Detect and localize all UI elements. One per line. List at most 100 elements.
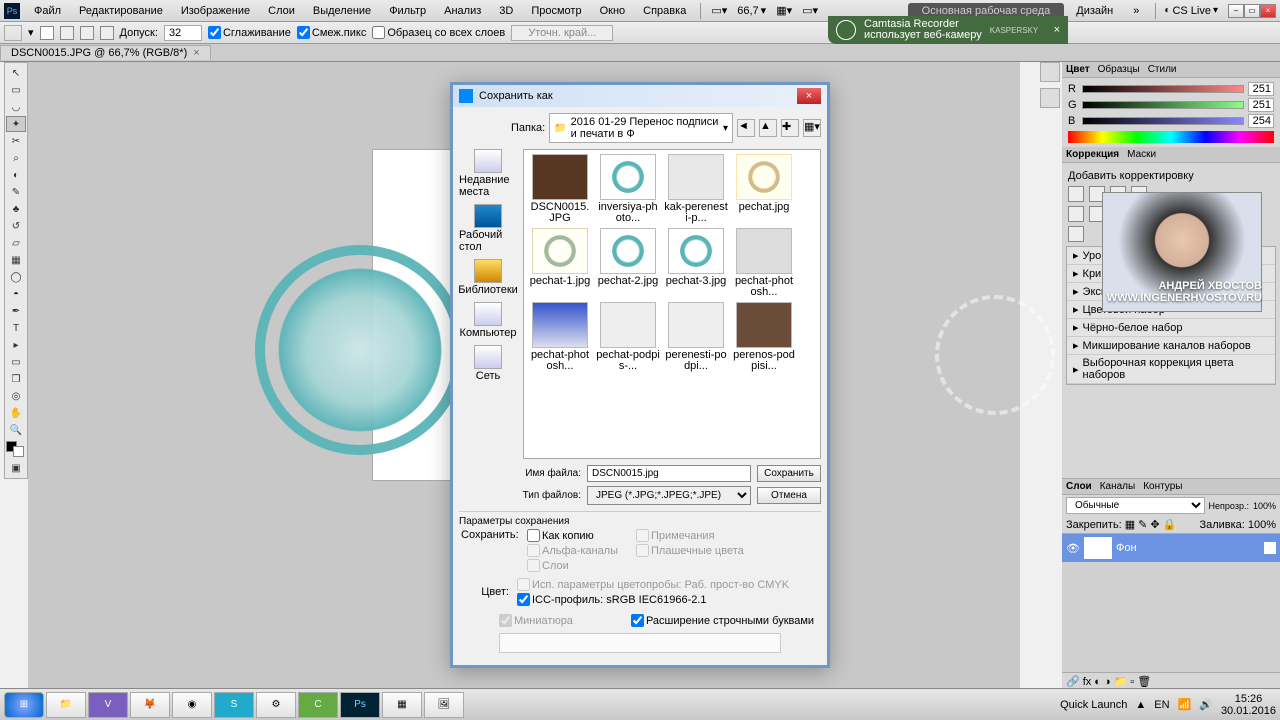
adj-brightness-icon[interactable]	[1068, 186, 1084, 202]
screen-mode-selector[interactable]: ▭▾	[707, 4, 731, 17]
selection-add-icon[interactable]	[60, 26, 74, 40]
opacity-value[interactable]: 100%	[1253, 501, 1276, 511]
folder-icon[interactable]: 📁	[1114, 675, 1128, 688]
fx-icon[interactable]: fx	[1083, 676, 1092, 688]
taskbar-app-icon[interactable]: ⚙	[256, 692, 296, 718]
taskbar-explorer-icon[interactable]: 📁	[46, 692, 86, 718]
menu-file[interactable]: Файл	[26, 3, 69, 19]
3d-tool-icon[interactable]: ❒	[6, 371, 26, 387]
taskbar-app3-icon[interactable]: 🖼	[424, 692, 464, 718]
color-spectrum[interactable]	[1068, 131, 1274, 143]
taskbar-viber-icon[interactable]: V	[88, 692, 128, 718]
refine-edge-button[interactable]: Уточн. край...	[511, 25, 613, 41]
doc-minimize-button[interactable]: –	[1228, 4, 1244, 18]
menu-image[interactable]: Изображение	[173, 3, 258, 19]
workspace-design[interactable]: Дизайн	[1068, 3, 1121, 19]
path-select-tool-icon[interactable]: ▸	[6, 337, 26, 353]
actions-panel-icon[interactable]	[1040, 88, 1060, 108]
tray-clock[interactable]: 15:26 30.01.2016	[1221, 693, 1276, 717]
tab-masks[interactable]: Маски	[1127, 149, 1156, 160]
healing-tool-icon[interactable]: ◐	[6, 167, 26, 183]
b-value[interactable]: 254	[1248, 114, 1274, 128]
r-slider[interactable]	[1082, 85, 1244, 93]
gradient-tool-icon[interactable]: ▦	[6, 252, 26, 268]
menu-select[interactable]: Выделение	[305, 3, 379, 19]
tolerance-input[interactable]	[164, 25, 202, 41]
place-libraries[interactable]: Библиотеки	[458, 259, 518, 296]
folder-path[interactable]: 📁 2016 01-29 Перенос подписи и печати в …	[549, 113, 733, 143]
lock-move-icon[interactable]: ✎	[1138, 518, 1147, 531]
menu-layer[interactable]: Слои	[260, 3, 303, 19]
g-slider[interactable]	[1082, 101, 1244, 109]
tab-color[interactable]: Цвет	[1066, 64, 1090, 75]
lowercase-ext-checkbox[interactable]: Расширение строчными буквами	[631, 614, 814, 627]
file-item[interactable]: pechat-photosh...	[528, 302, 592, 372]
menu-window[interactable]: Окно	[592, 3, 634, 19]
selection-intersect-icon[interactable]	[100, 26, 114, 40]
delete-layer-icon[interactable]: 🗑	[1137, 675, 1151, 688]
start-button[interactable]: ⊞	[4, 692, 44, 718]
tray-network-icon[interactable]: 📶	[1178, 698, 1192, 711]
selection-new-icon[interactable]	[40, 26, 54, 40]
doc-close-button[interactable]: ×	[1260, 4, 1276, 18]
cslive-button[interactable]: ◐ CS Live ▾	[1164, 5, 1218, 17]
document-tab[interactable]: DSCN0015.JPG @ 66,7% (RGB/8*) ×	[0, 45, 211, 60]
place-network[interactable]: Сеть	[474, 345, 502, 382]
file-item[interactable]: inversiya-photo...	[596, 154, 660, 224]
dodge-tool-icon[interactable]: ◓	[6, 286, 26, 302]
taskbar-chrome-icon[interactable]: ◉	[172, 692, 212, 718]
file-item[interactable]: pechat-1.jpg	[528, 228, 592, 298]
cancel-button[interactable]: Отмена	[757, 487, 821, 504]
tab-layers[interactable]: Слои	[1066, 481, 1092, 492]
history-brush-tool-icon[interactable]: ↺	[6, 218, 26, 234]
hand-tool-icon[interactable]: ✋	[6, 405, 26, 421]
quick-launch-label[interactable]: Quick Launch	[1060, 699, 1127, 711]
filetype-select[interactable]: JPEG (*.JPG;*.JPEG;*.JPE)	[587, 486, 751, 505]
taskbar-camtasia-icon[interactable]: C	[298, 692, 338, 718]
file-item[interactable]: pechat-photosh...	[732, 228, 796, 298]
menu-help[interactable]: Справка	[635, 3, 694, 19]
lock-all-icon[interactable]: 🔒	[1163, 518, 1177, 531]
g-value[interactable]: 251	[1248, 98, 1274, 112]
move-tool-icon[interactable]: ↖	[6, 65, 26, 81]
file-item[interactable]: pechat-3.jpg	[664, 228, 728, 298]
antialias-checkbox[interactable]: Сглаживание	[208, 26, 291, 39]
tool-preset-icon[interactable]	[4, 25, 22, 41]
color-swatches[interactable]	[6, 441, 24, 457]
workspace-more-icon[interactable]: »	[1125, 3, 1147, 19]
all-layers-checkbox[interactable]: Образец со всех слоев	[372, 26, 505, 39]
preset-item[interactable]: ▸Выборочная коррекция цвета наборов	[1067, 355, 1275, 384]
menu-edit[interactable]: Редактирование	[71, 3, 171, 19]
as-copy-checkbox[interactable]: Как копию	[527, 529, 618, 542]
adj-invert-icon[interactable]	[1068, 226, 1084, 242]
filename-input[interactable]	[587, 465, 751, 482]
arrange-docs[interactable]: ▦▾	[772, 4, 796, 17]
taskbar-app2-icon[interactable]: ▦	[382, 692, 422, 718]
tray-sound-icon[interactable]: 🔊	[1199, 698, 1213, 711]
tab-styles[interactable]: Стили	[1148, 64, 1177, 75]
doc-restore-button[interactable]: ▭	[1244, 4, 1260, 18]
icc-checkbox[interactable]: ICC-профиль: sRGB IEC61966-2.1	[517, 593, 789, 606]
view-menu-button[interactable]: ▦▾	[803, 119, 821, 137]
taskbar-skype-icon[interactable]: S	[214, 692, 254, 718]
pen-tool-icon[interactable]: ✒	[6, 303, 26, 319]
screen-mode[interactable]: ▭▾	[798, 4, 822, 17]
lasso-tool-icon[interactable]: ◡	[6, 99, 26, 115]
adj-vibrance-icon[interactable]	[1068, 206, 1084, 222]
visibility-icon[interactable]: 👁	[1066, 542, 1080, 555]
zoom-level[interactable]: 66,7▾	[733, 4, 770, 17]
eyedropper-tool-icon[interactable]: ⌕	[6, 150, 26, 166]
file-item[interactable]: DSCN0015.JPG	[528, 154, 592, 224]
magic-wand-tool-icon[interactable]: ✦	[6, 116, 26, 132]
menu-filter[interactable]: Фильтр	[381, 3, 434, 19]
tab-swatches[interactable]: Образцы	[1098, 64, 1140, 75]
contiguous-checkbox[interactable]: Смеж.пикс	[297, 26, 366, 39]
fill-value[interactable]: 100%	[1248, 519, 1276, 531]
menu-3d[interactable]: 3D	[491, 3, 521, 19]
preset-item[interactable]: ▸Микширование каналов наборов	[1067, 337, 1275, 355]
file-item[interactable]: pechat.jpg	[732, 154, 796, 224]
tab-adjustments[interactable]: Коррекция	[1066, 149, 1119, 160]
lock-pos-icon[interactable]: ✥	[1150, 518, 1159, 531]
blur-tool-icon[interactable]: ◯	[6, 269, 26, 285]
b-slider[interactable]	[1082, 117, 1244, 125]
